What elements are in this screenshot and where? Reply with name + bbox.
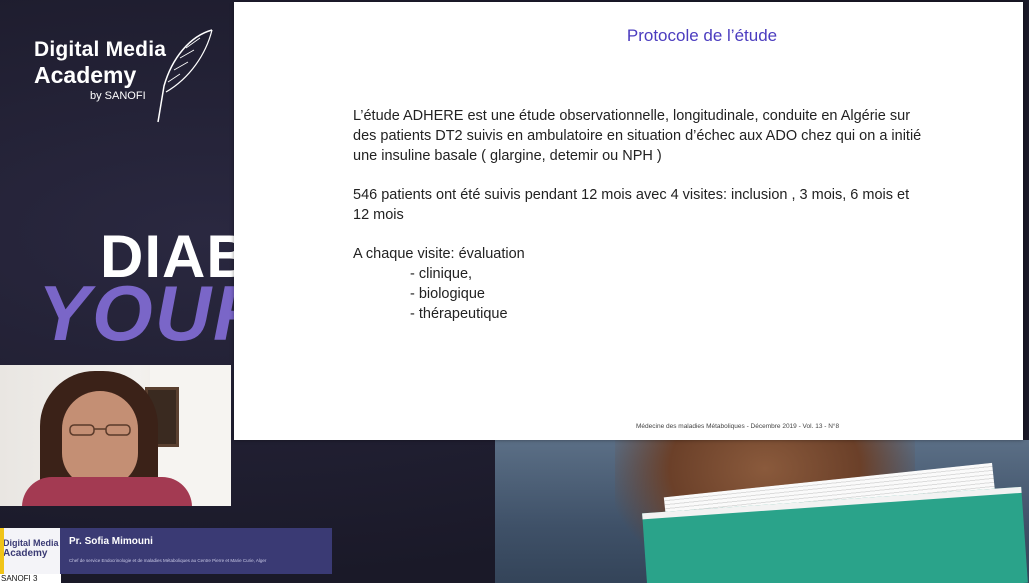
- slide-paragraph-3: A chaque visite: évaluation: [353, 246, 525, 262]
- speaker-description: Chef de service Endocrinologie et de mal…: [69, 558, 267, 563]
- mini-logo-line1: Digital Media: [3, 538, 59, 548]
- slide-item-list: - clinique, - biologique - thérapeutique: [410, 264, 508, 324]
- lower-third-logo: Digital Media Academy: [0, 528, 60, 574]
- presentation-slide: Protocole de l’étude L’étude ADHERE est …: [234, 2, 1023, 440]
- slide-paragraph-2: 546 patients ont été suivis pendant 12 m…: [353, 187, 910, 223]
- slide-citation: Médecine des maladies Métaboliques - Déc…: [636, 423, 840, 430]
- speaker-webcam: [0, 365, 231, 506]
- feather-icon: [157, 29, 213, 123]
- slide-paragraph-1: L’étude ADHERE est une étude observation…: [353, 108, 922, 164]
- speaker-body: [22, 477, 192, 506]
- logo-line1: Digital Media: [34, 38, 167, 61]
- lower-third: Digital Media Academy Pr. Sofia Mimouni …: [0, 528, 332, 574]
- speaker-face: [62, 391, 138, 487]
- slide-item: - biologique: [410, 286, 485, 302]
- speaker-name: Pr. Sofia Mimouni: [69, 536, 153, 547]
- logo-line2: Academy: [34, 62, 137, 88]
- background-photo: [495, 440, 1029, 583]
- mini-logo-line2: Academy: [3, 548, 48, 559]
- digital-media-academy-logo: Digital Media Academy by SANOFI: [34, 38, 166, 102]
- glasses-icon: [69, 424, 131, 436]
- slide-item: - clinique,: [410, 266, 473, 282]
- lower-third-accent: [0, 528, 4, 574]
- video-feed-label: SANOFI 3: [0, 574, 61, 583]
- slide-item: - thérapeutique: [410, 306, 508, 322]
- slide-title: Protocole de l’étude: [626, 26, 778, 45]
